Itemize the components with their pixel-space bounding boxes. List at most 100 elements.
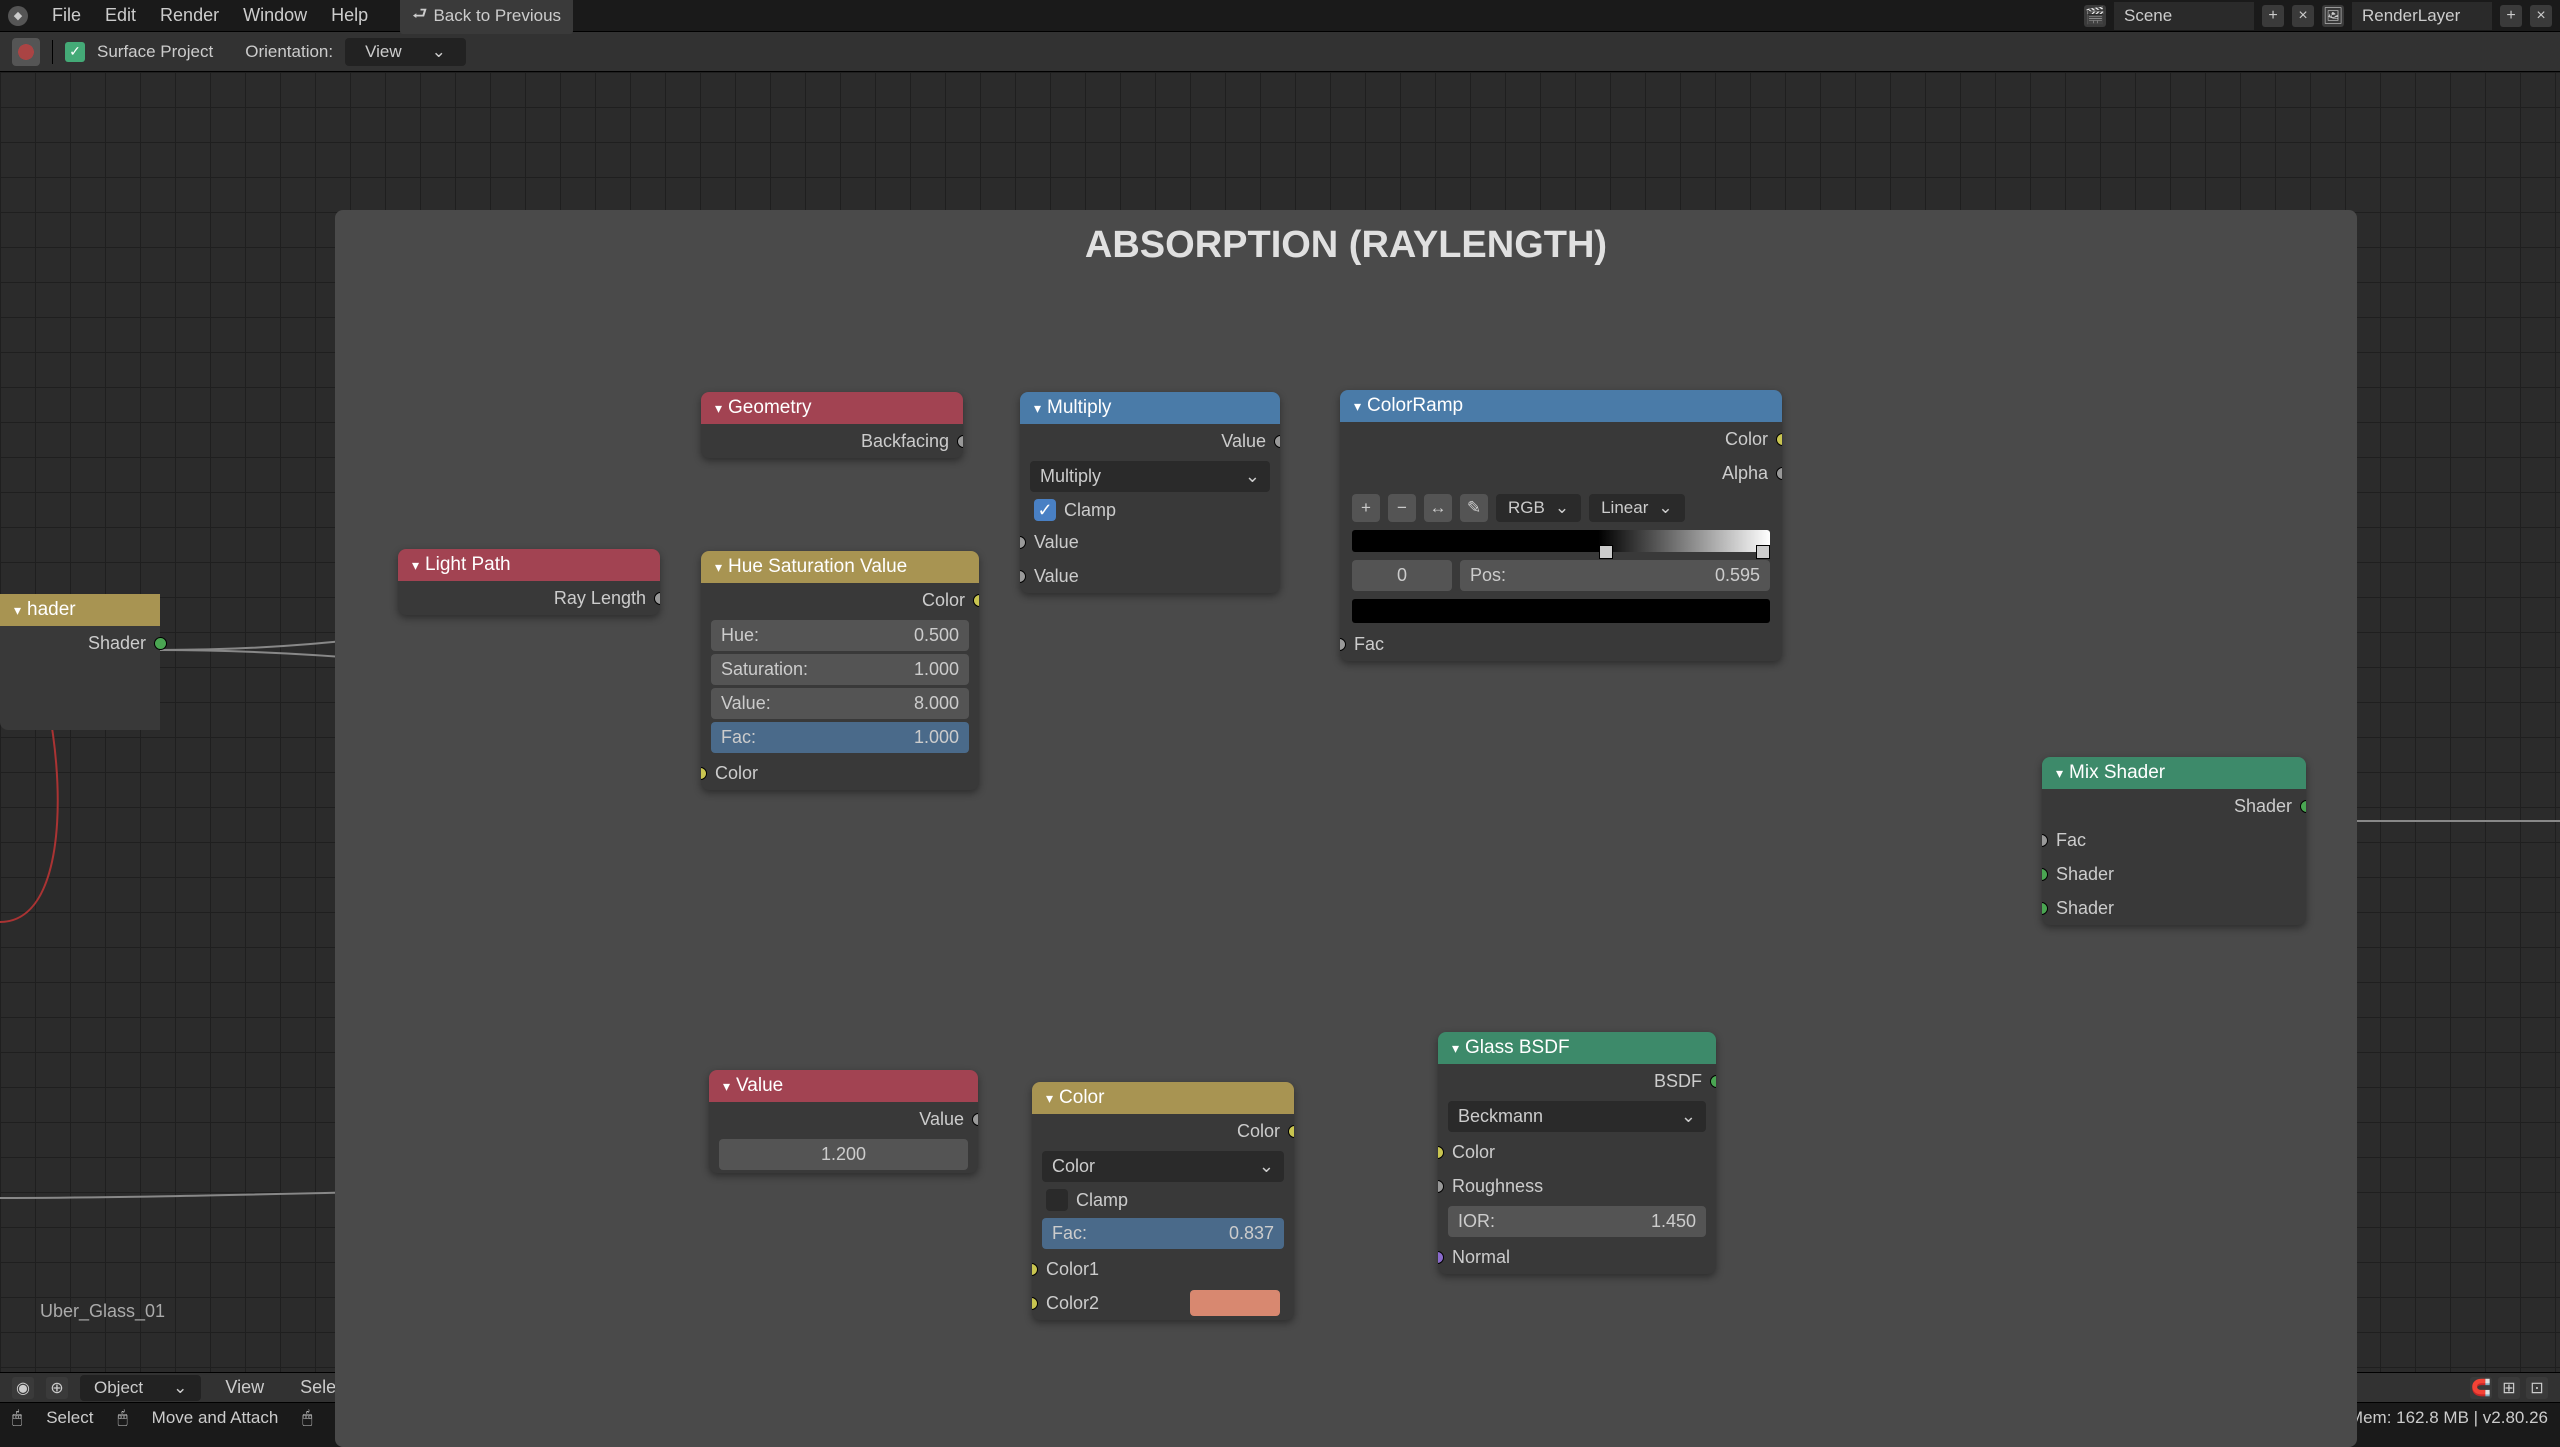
node-mix-shader[interactable]: Mix Shader Shader Fac Shader Shader [2042, 757, 2306, 925]
socket-mult-in1[interactable] [1020, 536, 1026, 549]
multiply-mode-select[interactable]: Multiply [1030, 461, 1270, 492]
hsv-header[interactable]: Hue Saturation Value [701, 551, 979, 583]
socket-raylength[interactable] [654, 592, 660, 605]
menu-help[interactable]: Help [319, 1, 380, 30]
ramp-index-field[interactable]: 0 [1352, 560, 1452, 591]
ramp-interp-select[interactable]: Linear⌄ [1589, 494, 1685, 522]
blender-logo-icon[interactable]: ◆ [8, 6, 28, 26]
geometry-header[interactable]: Geometry [701, 392, 963, 424]
renderlayer-delete-button[interactable]: × [2530, 5, 2552, 27]
clamp-label: Clamp [1064, 500, 1116, 521]
node-value[interactable]: Value Value 1.200 [709, 1070, 978, 1173]
colorramp-header[interactable]: ColorRamp [1340, 390, 1782, 422]
value-field[interactable]: 1.200 [719, 1139, 968, 1170]
menu-window[interactable]: Window [231, 1, 319, 30]
menu-render[interactable]: Render [148, 1, 231, 30]
scene-delete-button[interactable]: × [2292, 5, 2314, 27]
hsv-fac-field[interactable]: Fac:1.000 [711, 722, 969, 753]
renderlayer-icon[interactable]: 🖼 [2322, 5, 2344, 27]
renderlayer-input[interactable] [2352, 2, 2492, 30]
scene-name-input[interactable] [2114, 2, 2254, 30]
back-button[interactable]: ⮐ Back to Previous [400, 0, 573, 34]
mixcolor-mode-select[interactable]: Color [1042, 1151, 1284, 1182]
ramp-pos-field[interactable]: Pos:0.595 [1460, 560, 1770, 591]
ramp-stop-1[interactable] [1599, 545, 1613, 559]
ramp-flip-button[interactable]: ↔ [1424, 494, 1452, 522]
hsv-hue-field[interactable]: Hue:0.500 [711, 620, 969, 651]
socket-glass-rough[interactable] [1438, 1180, 1444, 1193]
socket-mult-out[interactable] [1274, 435, 1280, 448]
socket-mix-s2[interactable] [2042, 902, 2048, 915]
socket-color2[interactable] [1032, 1297, 1038, 1310]
socket-ramp-alpha[interactable] [1776, 467, 1782, 480]
socket-color1[interactable] [1032, 1263, 1038, 1276]
editor-shader-icon[interactable]: ⊕ [46, 1377, 68, 1399]
node-colorramp[interactable]: ColorRamp Color Alpha + − ↔ ✎ RGB⌄ Linea… [1340, 390, 1782, 661]
menu-file[interactable]: File [40, 1, 93, 30]
color-ramp-gradient[interactable] [1352, 530, 1770, 552]
multiply-header[interactable]: Multiply [1020, 392, 1280, 424]
socket-shader-out[interactable] [154, 637, 167, 650]
socket-glass-color[interactable] [1438, 1146, 1444, 1159]
ramp-add-button[interactable]: + [1352, 494, 1380, 522]
socket-mixcolor-out[interactable] [1288, 1125, 1294, 1138]
renderlayer-add-button[interactable]: + [2500, 5, 2522, 27]
node-editor-canvas[interactable]: ABSORPTION (RAYLENGTH) hader Shader Ligh… [0, 72, 2560, 1372]
status-select: Select [46, 1408, 93, 1428]
menubar: ◆ File Edit Render Window Help ⮐ Back to… [0, 0, 2560, 32]
surface-project-checkbox[interactable]: ✓ [65, 42, 85, 62]
node-partial-shader[interactable]: hader Shader [0, 594, 160, 730]
multiply-clamp-checkbox[interactable]: ✓ [1034, 499, 1056, 521]
socket-value-out[interactable] [972, 1113, 978, 1126]
mixcolor-header[interactable]: Color [1032, 1082, 1294, 1114]
node-mix-color[interactable]: Color Color Color Clamp Fac:0.837 Color1… [1032, 1082, 1294, 1320]
overlay-icon[interactable]: ⊞ [2498, 1377, 2520, 1399]
color2-swatch[interactable] [1190, 1290, 1280, 1316]
mixcolor-fac-field[interactable]: Fac:0.837 [1042, 1218, 1284, 1249]
ramp-stop-2[interactable] [1756, 545, 1770, 559]
lightpath-header[interactable]: Light Path [398, 549, 660, 581]
socket-mix-s1[interactable] [2042, 868, 2048, 881]
orientation-dropdown[interactable]: View⌄ [345, 38, 466, 66]
menu-edit[interactable]: Edit [93, 1, 148, 30]
partial-header[interactable]: hader [0, 594, 160, 626]
socket-ramp-color[interactable] [1776, 433, 1782, 446]
hsv-sat-field[interactable]: Saturation:1.000 [711, 654, 969, 685]
scene-icon[interactable]: 🎬 [2084, 5, 2106, 27]
lightpath-raylength-output: Ray Length [398, 581, 660, 615]
backdrop-icon[interactable]: ⊡ [2526, 1377, 2548, 1399]
socket-mix-fac[interactable] [2042, 834, 2048, 847]
socket-mix-out[interactable] [2300, 800, 2306, 813]
glass-ior-field[interactable]: IOR:1.450 [1448, 1206, 1706, 1237]
back-label: Back to Previous [433, 6, 561, 26]
node-geometry[interactable]: Geometry Backfacing [701, 392, 963, 458]
socket-hsv-color-out[interactable] [973, 594, 979, 607]
node-multiply[interactable]: Multiply Value Multiply ✓Clamp Value Val… [1020, 392, 1280, 593]
ramp-color-preview[interactable] [1352, 599, 1770, 623]
editor-type-icon[interactable]: ◉ [12, 1377, 34, 1399]
socket-glass-normal[interactable] [1438, 1251, 1444, 1264]
glass-dist-select[interactable]: Beckmann [1448, 1101, 1706, 1132]
snap-icon[interactable]: 🧲 [2470, 1377, 2492, 1399]
scene-add-button[interactable]: + [2262, 5, 2284, 27]
node-light-path[interactable]: Light Path Ray Length [398, 549, 660, 615]
ramp-remove-button[interactable]: − [1388, 494, 1416, 522]
hsv-val-field[interactable]: Value:8.000 [711, 688, 969, 719]
menu2-view[interactable]: View [213, 1373, 276, 1402]
socket-hsv-color-in[interactable] [701, 767, 707, 780]
node-hsv[interactable]: Hue Saturation Value Color Hue:0.500 Sat… [701, 551, 979, 790]
object-mode-select[interactable]: Object⌄ [80, 1375, 201, 1401]
node-glass-bsdf[interactable]: Glass BSDF BSDF Beckmann Color Roughness… [1438, 1032, 1716, 1274]
cursor-tool-icon[interactable] [12, 38, 40, 66]
mixcolor-clamp-checkbox[interactable] [1046, 1189, 1068, 1211]
surface-project-label: Surface Project [97, 42, 213, 62]
value-header[interactable]: Value [709, 1070, 978, 1102]
ramp-mode-select[interactable]: RGB⌄ [1496, 494, 1581, 522]
socket-backfacing[interactable] [957, 435, 963, 448]
socket-bsdf-out[interactable] [1710, 1075, 1716, 1088]
ramp-eyedropper-button[interactable]: ✎ [1460, 494, 1488, 522]
socket-mult-in2[interactable] [1020, 570, 1026, 583]
glass-header[interactable]: Glass BSDF [1438, 1032, 1716, 1064]
mixshader-header[interactable]: Mix Shader [2042, 757, 2306, 789]
socket-ramp-fac[interactable] [1340, 638, 1346, 651]
